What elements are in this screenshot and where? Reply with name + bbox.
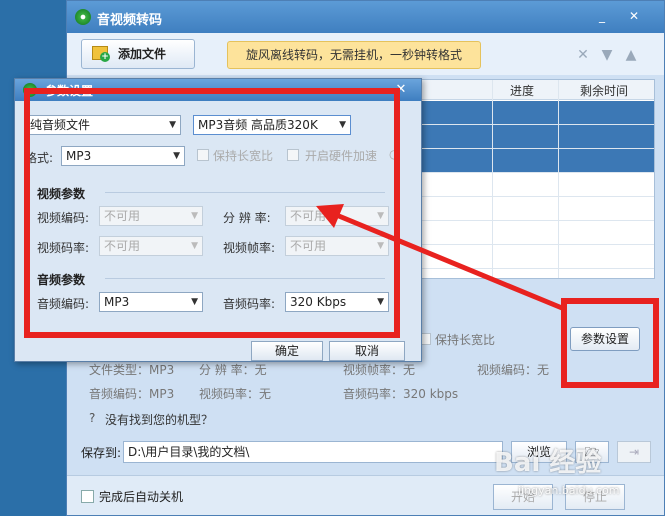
annotation-arrow [316, 204, 563, 311]
baidu-watermark-url: jingyan.baidu.com [518, 484, 620, 497]
